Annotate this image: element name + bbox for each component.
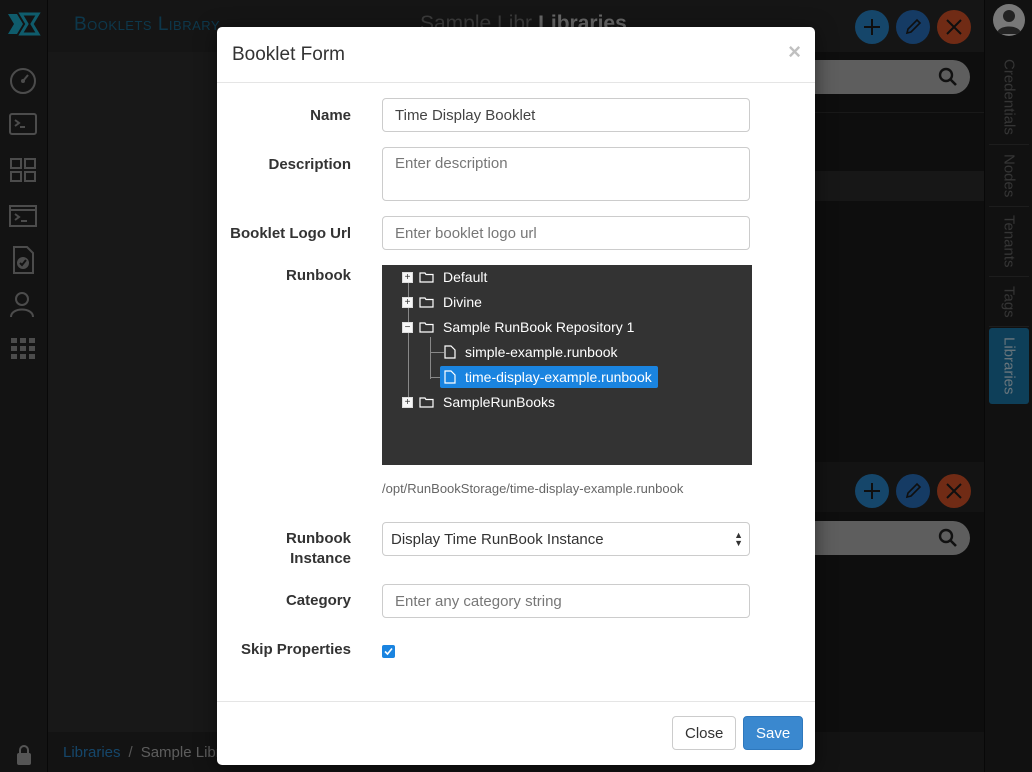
modal-header: Booklet Form × (217, 27, 815, 83)
modal-close-icon[interactable]: × (788, 39, 801, 65)
runbook-label: Runbook (286, 267, 351, 284)
expand-toggle-icon[interactable]: + (402, 396, 413, 408)
tree-item-sample-runbook-repository[interactable]: − Sample RunBook Repository 1 (402, 316, 638, 338)
name-field[interactable] (382, 98, 750, 132)
skip-properties-label: Skip Properties (240, 641, 351, 658)
tree-item-label: simple-example.runbook (465, 344, 618, 360)
collapse-toggle-icon[interactable]: − (402, 321, 413, 333)
description-label: Description (268, 156, 351, 173)
category-field[interactable] (382, 584, 750, 618)
expand-toggle-icon[interactable]: + (402, 271, 413, 283)
runbook-instance-selected-value: Display Time RunBook Instance (391, 531, 604, 548)
tree-item-label: time-display-example.runbook (461, 368, 656, 386)
runbook-tree[interactable]: + Default + Divine − Sample RunBook Repo… (382, 265, 752, 465)
name-label: Name (310, 107, 351, 124)
tree-connector (430, 377, 440, 378)
save-button[interactable]: Save (743, 716, 804, 750)
tree-item-label: Default (443, 269, 488, 285)
selected-runbook-path: /opt/RunBookStorage/time-display-example… (382, 481, 684, 496)
tree-item-time-display-example[interactable]: time-display-example.runbook (440, 366, 658, 388)
tree-item-label: SampleRunBooks (443, 394, 556, 410)
description-field[interactable] (382, 147, 750, 201)
runbook-instance-label-line1: Runbook (286, 530, 351, 547)
file-icon (444, 370, 456, 384)
tree-connector (430, 337, 431, 379)
folder-icon (419, 297, 434, 308)
booklet-form-modal: Booklet Form × Name Description Booklet … (217, 27, 815, 765)
tree-connector (430, 352, 444, 353)
folder-icon (419, 272, 434, 283)
logo-url-field[interactable] (382, 216, 750, 250)
file-icon (444, 345, 456, 359)
tree-item-default[interactable]: + Default (402, 266, 491, 288)
folder-icon (419, 322, 434, 333)
expand-toggle-icon[interactable]: + (402, 296, 413, 308)
tree-item-sample-runbooks[interactable]: + SampleRunBooks (402, 391, 559, 413)
runbook-instance-label-line2: Instance (290, 550, 351, 567)
tree-item-label: Sample RunBook Repository 1 (443, 319, 635, 335)
skip-properties-checkbox[interactable] (382, 645, 395, 658)
tree-item-divine[interactable]: + Divine (402, 291, 486, 313)
select-arrows-icon: ▲ ▼ (734, 530, 743, 548)
close-button[interactable]: Close (672, 716, 737, 750)
checkmark-icon (384, 647, 393, 656)
runbook-instance-label: Runbook Instance (286, 529, 351, 569)
logo-url-label: Booklet Logo Url (230, 225, 351, 242)
tree-item-simple-example[interactable]: simple-example.runbook (444, 341, 622, 363)
runbook-instance-select[interactable]: Display Time RunBook Instance ▲ ▼ (382, 522, 750, 556)
category-label: Category (285, 592, 351, 609)
modal-title: Booklet Form (232, 44, 345, 65)
tree-item-label: Divine (443, 294, 482, 310)
folder-icon (419, 397, 434, 408)
